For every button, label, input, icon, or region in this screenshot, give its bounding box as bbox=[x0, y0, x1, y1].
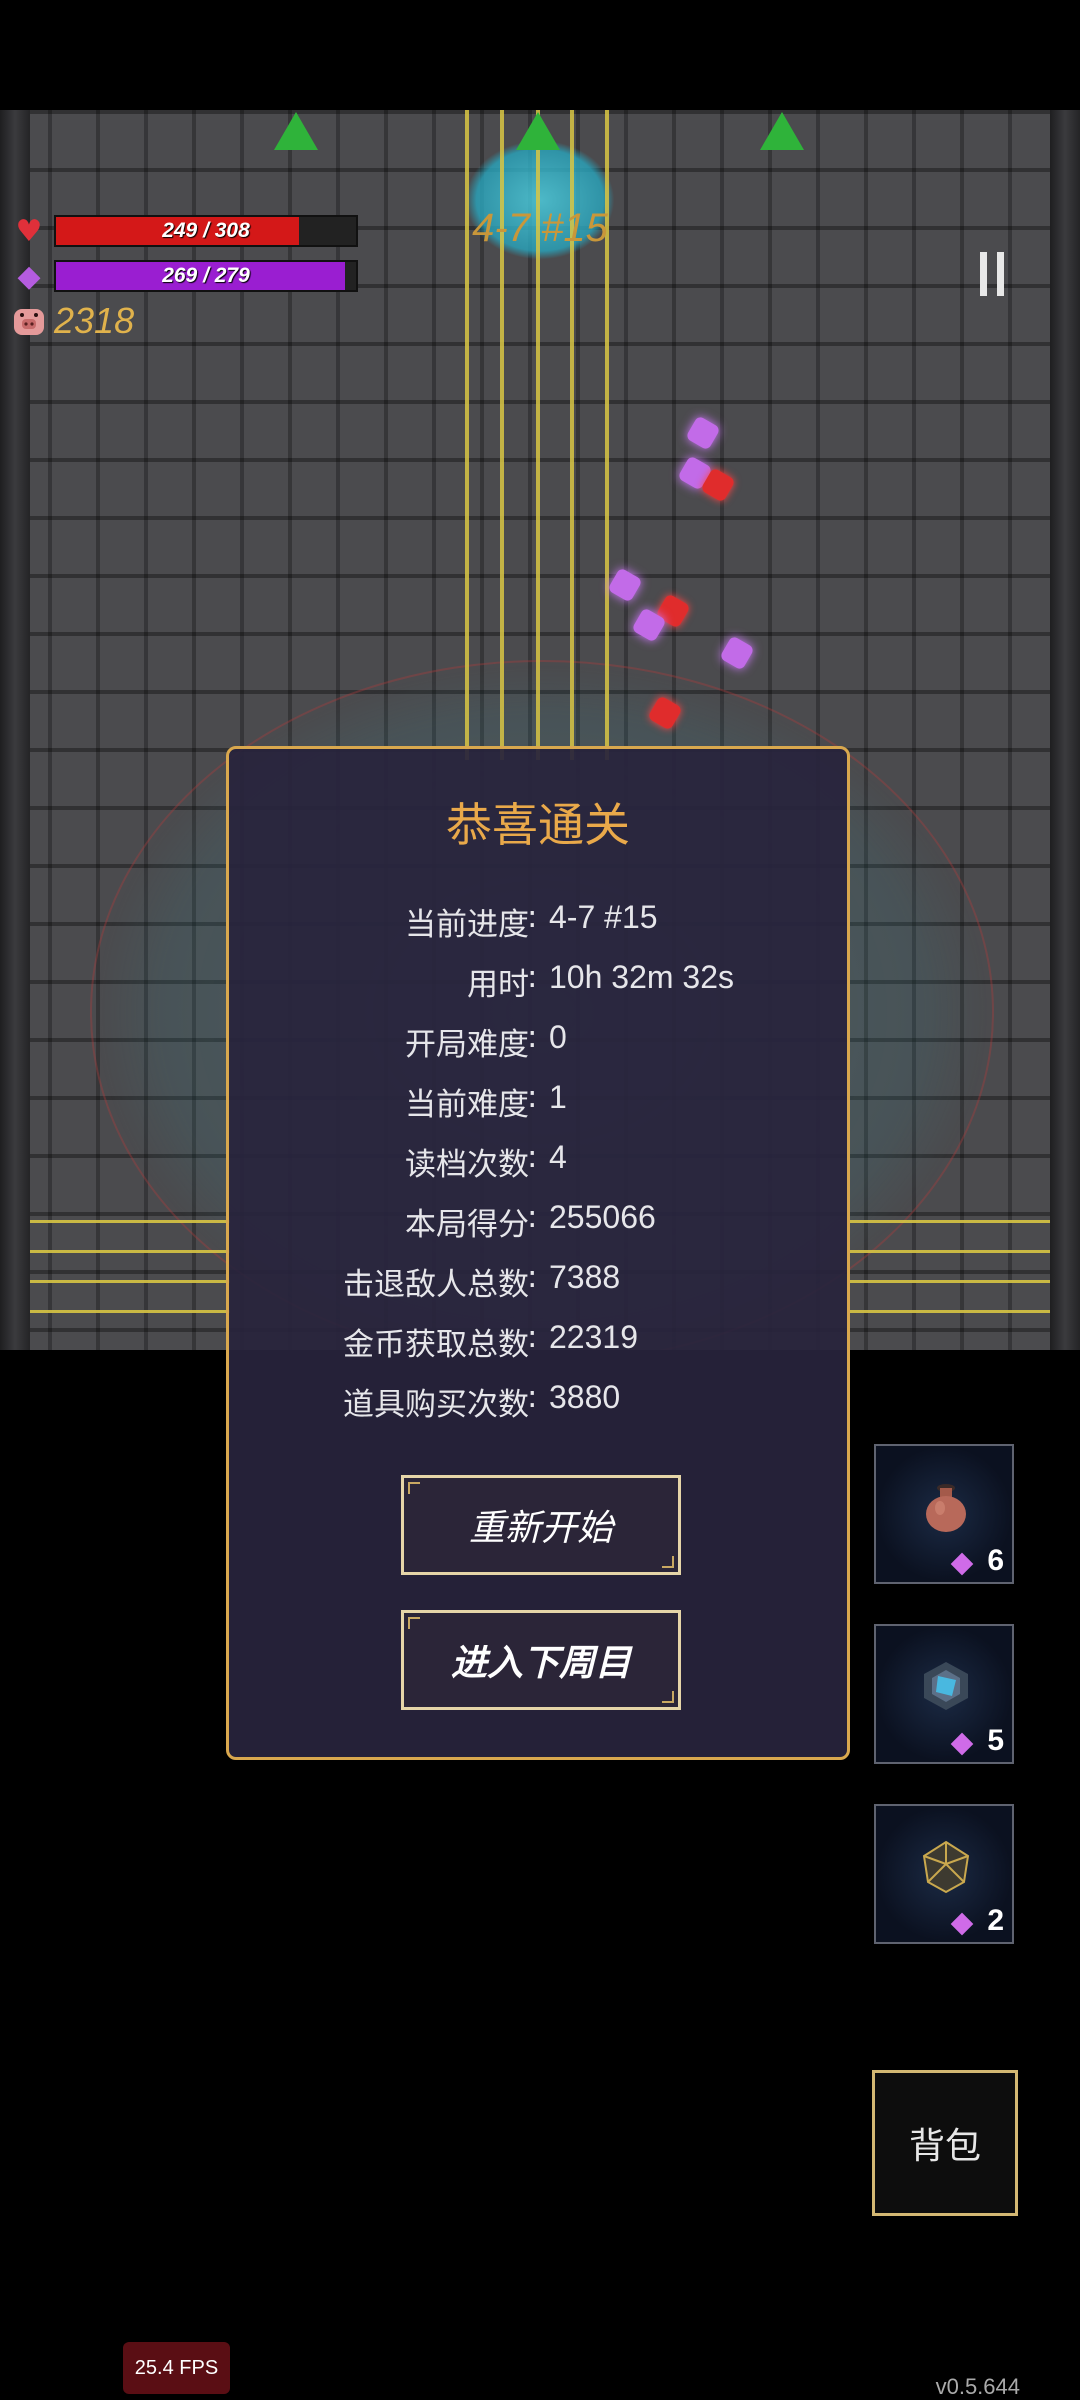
level-indicator: 4-7 #15 bbox=[472, 206, 608, 250]
dialog-title: 恭喜通关 bbox=[446, 798, 630, 852]
next-cycle-button[interactable]: 进入下周目 bbox=[401, 1610, 681, 1710]
stat-row: 本局得分:255066 bbox=[229, 1199, 847, 1259]
enemy-crystal bbox=[719, 635, 755, 671]
icosahedron-icon bbox=[922, 1840, 970, 1894]
stat-separator: : bbox=[527, 1139, 538, 1175]
backpack-button-label: 背包 bbox=[908, 2126, 981, 2167]
enemy-crystal bbox=[607, 567, 643, 603]
item-count: 5 bbox=[987, 1724, 1004, 1757]
laser-beam bbox=[850, 1220, 1050, 1223]
item-slot-icosahedron[interactable]: 2 bbox=[874, 1804, 1014, 1944]
stat-value: 0 bbox=[549, 1019, 567, 1055]
stat-row: 读档次数:4 bbox=[229, 1139, 847, 1199]
stat-value: 1 bbox=[549, 1079, 567, 1115]
stat-value: 10h 32m 32s bbox=[549, 959, 735, 995]
spawn-marker-icon bbox=[760, 112, 804, 150]
stat-label: 用时 bbox=[467, 967, 529, 1003]
laser-beam bbox=[30, 1280, 230, 1283]
next-cycle-button-label: 进入下周目 bbox=[450, 1643, 631, 1684]
mana-crystal-icon: ◆ bbox=[17, 258, 41, 294]
spawn-marker-icon bbox=[274, 112, 318, 150]
hp-row: ♥ 249 / 308 bbox=[10, 212, 358, 250]
stat-row: 道具购买次数:3880 bbox=[229, 1379, 847, 1439]
laser-beam bbox=[850, 1250, 1050, 1253]
stat-label: 开局难度 bbox=[405, 1027, 529, 1063]
stat-value: 3880 bbox=[549, 1379, 621, 1415]
stat-label: 当前难度 bbox=[405, 1087, 529, 1123]
stat-separator: : bbox=[527, 1079, 538, 1115]
stat-label: 金币获取总数 bbox=[343, 1327, 529, 1363]
item-count: 6 bbox=[987, 1544, 1004, 1577]
stat-separator: : bbox=[527, 1379, 538, 1415]
gem-cost-icon bbox=[950, 1912, 974, 1936]
stat-row: 当前难度:1 bbox=[229, 1079, 847, 1139]
stat-label: 击退敌人总数 bbox=[343, 1267, 529, 1303]
laser-beam bbox=[30, 1310, 230, 1313]
backpack-button[interactable]: 背包 bbox=[872, 2070, 1018, 2216]
gem-cost-icon bbox=[950, 1552, 974, 1576]
stat-separator: : bbox=[527, 1019, 538, 1055]
gold-count: 2318 bbox=[54, 300, 135, 341]
spawn-marker-icon bbox=[516, 112, 560, 150]
stat-value: 255066 bbox=[549, 1199, 656, 1235]
restart-button-label: 重新开始 bbox=[468, 1508, 613, 1549]
stat-label: 读档次数 bbox=[405, 1147, 529, 1183]
hp-text: 249 / 308 bbox=[162, 219, 250, 242]
laser-beam bbox=[850, 1280, 1050, 1283]
stat-label: 当前进度 bbox=[405, 907, 529, 943]
item-count: 2 bbox=[987, 1904, 1004, 1937]
item-slot-potion[interactable]: 6 bbox=[874, 1444, 1014, 1584]
stat-separator: : bbox=[527, 959, 538, 995]
gold-row: 2318 bbox=[10, 300, 134, 342]
pause-button[interactable] bbox=[972, 252, 1012, 296]
stat-value: 7388 bbox=[549, 1259, 621, 1295]
gem-cost-icon bbox=[950, 1732, 974, 1756]
hp-bar: 249 / 308 bbox=[54, 215, 358, 247]
stat-label: 道具购买次数 bbox=[343, 1387, 529, 1423]
stat-row: 击退敌人总数:7388 bbox=[229, 1259, 847, 1319]
stat-row: 用时:10h 32m 32s bbox=[229, 959, 847, 1019]
fps-counter: 25.4 FPS bbox=[123, 2342, 230, 2394]
pig-icon bbox=[10, 302, 48, 340]
item-slot-orb[interactable]: 5 bbox=[874, 1624, 1014, 1764]
laser-beam bbox=[30, 1250, 230, 1253]
mp-row: ◆ 269 / 279 bbox=[10, 257, 358, 295]
stat-label: 本局得分 bbox=[405, 1207, 529, 1243]
stat-row: 当前进度:4-7 #15 bbox=[229, 899, 847, 959]
enemy-crystal bbox=[685, 415, 721, 451]
potion-jar-icon bbox=[926, 1484, 966, 1532]
stat-value: 22319 bbox=[549, 1319, 638, 1355]
stat-separator: : bbox=[527, 899, 538, 935]
mp-bar: 269 / 279 bbox=[54, 260, 358, 292]
pause-icon bbox=[980, 252, 987, 296]
cave-wall-left bbox=[0, 110, 30, 1350]
level-clear-dialog: 恭喜通关 当前进度:4-7 #15 用时:10h 32m 32s 开局难度:0 当前难… bbox=[226, 746, 850, 1760]
version-label: v0.5.644 bbox=[935, 2374, 1020, 2399]
stat-separator: : bbox=[527, 1259, 538, 1295]
stat-value: 4-7 #15 bbox=[549, 899, 658, 935]
pause-icon-bar bbox=[997, 252, 1004, 296]
cave-wall-right bbox=[1050, 110, 1080, 1350]
stat-separator: : bbox=[527, 1199, 538, 1235]
stat-separator: : bbox=[527, 1319, 538, 1355]
stat-value: 4 bbox=[549, 1139, 567, 1175]
stat-row: 开局难度:0 bbox=[229, 1019, 847, 1079]
stat-row: 金币获取总数:22319 bbox=[229, 1319, 847, 1379]
heart-icon: ♥ bbox=[15, 213, 43, 249]
laser-beam bbox=[850, 1310, 1050, 1313]
crystal-orb-icon bbox=[924, 1662, 968, 1710]
laser-beam bbox=[30, 1220, 230, 1223]
mp-text: 269 / 279 bbox=[162, 264, 250, 287]
restart-button[interactable]: 重新开始 bbox=[401, 1475, 681, 1575]
